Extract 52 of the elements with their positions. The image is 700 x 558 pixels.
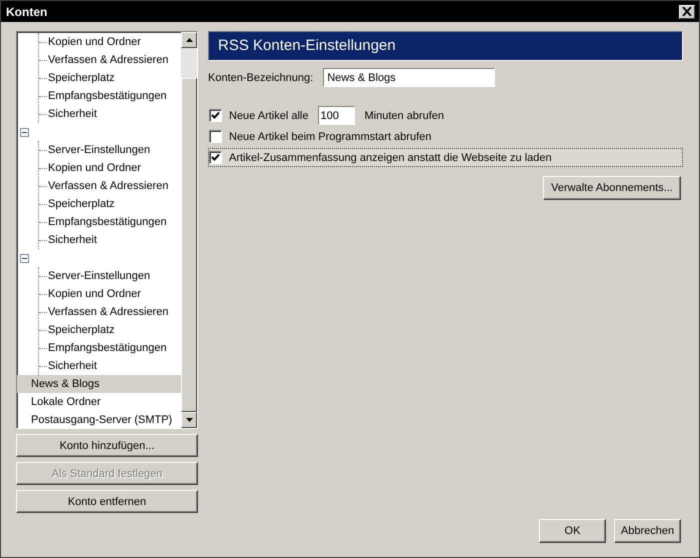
tree-item[interactable]: Server-Einstellungen [47, 269, 152, 283]
scroll-thumb[interactable] [181, 78, 197, 412]
tree-item[interactable]: Empfangsbestätigungen [47, 89, 168, 103]
dialog-button[interactable]: OK [539, 519, 606, 543]
option-row[interactable]: Artikel-Zusammenfassung anzeigen anstatt die Webseite zu laden [208, 148, 683, 167]
scroll-up-button[interactable] [181, 32, 197, 48]
account-name-field[interactable]: News & Blogs [323, 68, 496, 87]
close-icon [682, 7, 692, 16]
tree-item[interactable]: Speicherplatz [47, 197, 116, 211]
check-icon [211, 111, 220, 120]
scroll-down-button[interactable] [181, 412, 197, 428]
account-button[interactable]: Konto hinzufügen... [16, 434, 198, 457]
tree-item[interactable]: Verfassen & Adressieren [47, 179, 170, 193]
tree-item[interactable]: Speicherplatz [47, 71, 116, 85]
tree-item[interactable]: Empfangsbestätigungen [47, 341, 168, 355]
account-button[interactable]: Konto entfernen [16, 490, 198, 513]
option-row[interactable]: Neue Artikel alle 100 Minuten abrufen [208, 106, 683, 125]
dialog-button[interactable]: Abbrechen [614, 519, 681, 543]
option-row[interactable]: Neue Artikel beim Programmstart abrufen [208, 127, 683, 146]
tree-item[interactable]: Sicherheit [47, 107, 98, 121]
tree-item[interactable]: Empfangsbestätigungen [47, 215, 168, 229]
checkbox[interactable] [209, 151, 222, 164]
tree-item[interactable]: Speicherplatz [47, 323, 116, 337]
scrollbar[interactable] [181, 32, 197, 428]
collapse-icon[interactable] [20, 128, 29, 136]
tree-item[interactable]: Verfassen & Adressieren [47, 53, 170, 67]
option-label: Artikel-Zusammenfassung anzeigen anstatt die Webseite zu laden [229, 152, 552, 164]
tree-item[interactable]: News & Blogs [17, 375, 181, 393]
down-arrow-icon [186, 418, 192, 422]
close-button[interactable] [679, 4, 695, 18]
up-arrow-icon [186, 38, 192, 42]
tree-item[interactable]: Sicherheit [47, 359, 98, 373]
window-title: Konten [6, 4, 48, 18]
tree-item[interactable]: Kopien und Ordner [47, 161, 142, 175]
manage-subscriptions-button[interactable]: Verwalte Abonnements... [543, 176, 681, 200]
panel-header: RSS Konten-Einstellungen [208, 31, 683, 61]
checkbox[interactable] [209, 109, 222, 122]
field-label: Konten-Bezeichnung: [208, 72, 314, 84]
tree-item[interactable]: Verfassen & Adressieren [47, 305, 170, 319]
tree-item[interactable]: Postausgang-Server (SMTP) [17, 411, 181, 428]
tree-item[interactable]: Lokale Ordner [17, 393, 181, 411]
collapse-icon[interactable] [20, 254, 29, 262]
tree-item[interactable]: Kopien und Ordner [47, 287, 142, 301]
check-icon [211, 153, 220, 162]
tree-item[interactable]: Sicherheit [47, 233, 98, 247]
option-label: Neue Artikel beim Programmstart abrufen [229, 130, 432, 142]
tree-item[interactable]: Server-Einstellungen [47, 143, 152, 157]
tree-item[interactable]: Kopien und Ordner [47, 35, 142, 49]
option-label: Neue Artikel alle [229, 110, 308, 122]
option-label: Minuten abrufen [364, 110, 444, 122]
checkbox[interactable] [209, 130, 222, 143]
interval-field[interactable]: 100 [318, 106, 354, 125]
